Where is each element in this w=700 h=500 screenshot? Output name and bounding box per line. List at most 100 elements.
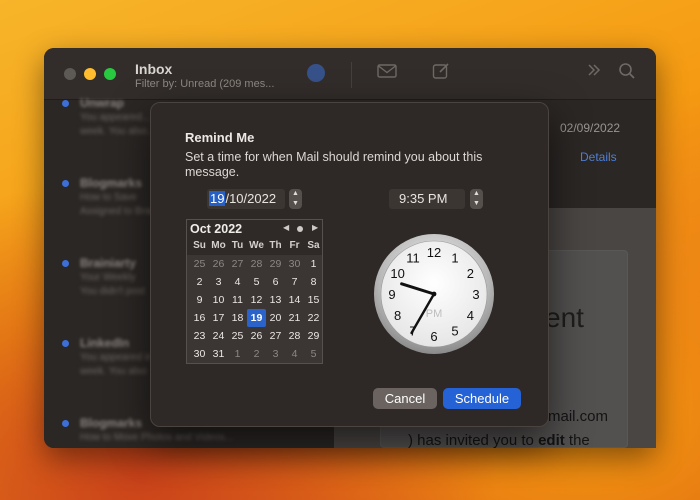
chevron-down-icon[interactable]: ▼ (470, 199, 483, 209)
dialog-message: Set a time for when Mail should remind y… (185, 150, 483, 179)
invite-text: ) has invited you to edit the (408, 432, 590, 449)
calendar-day[interactable]: 30 (285, 255, 304, 273)
list-item-preview: week. You also... (80, 126, 156, 137)
more-chevrons-icon[interactable] (586, 62, 602, 83)
calendar-day[interactable]: 27 (228, 255, 247, 273)
calendar-day[interactable]: 22 (304, 309, 323, 327)
previous-month-icon[interactable]: ◀ (283, 223, 289, 232)
calendar-day[interactable]: 18 (228, 309, 247, 327)
calendar-day[interactable]: 5 (247, 273, 266, 291)
date-day-segment[interactable]: 19 (209, 191, 226, 206)
calendar-day[interactable]: 26 (209, 255, 228, 273)
calendar-day[interactable]: 29 (266, 255, 285, 273)
calendar-day[interactable]: 2 (247, 345, 266, 363)
chevron-up-icon[interactable]: ▲ (470, 189, 483, 199)
analog-clock[interactable]: 121234567891011 PM (373, 233, 495, 355)
dialog-title: Remind Me (185, 130, 255, 145)
unread-dot (62, 420, 69, 427)
envelope-icon[interactable] (377, 63, 397, 84)
mailbox-filter-subtitle: Filter by: Unread (209 mes... (135, 78, 275, 90)
calendar-day[interactable]: 8 (304, 273, 323, 291)
message-date: 02/09/2022 (560, 121, 621, 135)
clock-number: 5 (451, 323, 458, 338)
filter-icon[interactable] (307, 64, 325, 82)
clock-period-label: PM (426, 308, 443, 320)
calendar-day[interactable]: 4 (228, 273, 247, 291)
clock-face[interactable]: 121234567891011 PM (373, 233, 495, 355)
calendar-day[interactable]: 23 (190, 327, 209, 345)
calendar-day[interactable]: 27 (266, 327, 285, 345)
calendar-grid: 25 26 27 28 29 30 1 2 3 4 5 6 7 8 9 10 11 12 13 14 15 16 17 18 1… (187, 255, 322, 363)
calendar-weekday-label: Th (269, 240, 282, 251)
mailbox-title: Inbox (135, 61, 173, 77)
calendar-day[interactable]: 25 (190, 255, 209, 273)
search-icon[interactable] (618, 62, 636, 85)
calendar-day[interactable]: 21 (285, 309, 304, 327)
calendar-day[interactable]: 12 (247, 291, 266, 309)
today-dot-icon[interactable] (297, 226, 303, 232)
list-item-preview: Assigned to Brad (80, 206, 157, 217)
calendar-day[interactable]: 16 (190, 309, 209, 327)
chevron-down-icon[interactable]: ▼ (289, 199, 302, 209)
unread-dot (62, 260, 69, 267)
calendar-day[interactable]: 10 (209, 291, 228, 309)
calendar-day[interactable]: 1 (304, 255, 323, 273)
close-window-button[interactable] (64, 68, 76, 80)
calendar-day[interactable]: 11 (228, 291, 247, 309)
calendar-day[interactable]: 28 (247, 255, 266, 273)
schedule-button[interactable]: Schedule (443, 388, 521, 409)
clock-number: 6 (430, 329, 437, 344)
date-rest-segment[interactable]: /10/2022 (225, 191, 276, 206)
calendar-day[interactable]: 1 (228, 345, 247, 363)
invite-text-post: the (564, 432, 590, 449)
chevron-up-icon[interactable]: ▲ (289, 189, 302, 199)
calendar-day[interactable]: 13 (266, 291, 285, 309)
list-item-preview: You didn't post (80, 286, 145, 297)
calendar-day[interactable]: 28 (285, 327, 304, 345)
calendar-day[interactable]: 4 (285, 345, 304, 363)
unread-dot (62, 100, 69, 107)
invite-text-bold: edit (538, 432, 565, 449)
email-heading-fragment: ent (545, 302, 584, 333)
calendar-day[interactable]: 6 (266, 273, 285, 291)
calendar-day[interactable]: 5 (304, 345, 323, 363)
calendar-day[interactable]: 24 (209, 327, 228, 345)
clock-number: 2 (467, 266, 474, 281)
list-item-sender: Brainiarty (80, 256, 137, 270)
time-field[interactable]: 9:35 PM (389, 189, 465, 209)
details-link[interactable]: Details (580, 150, 617, 164)
calendar-day[interactable]: 31 (209, 345, 228, 363)
maximize-window-button[interactable] (104, 68, 116, 80)
calendar-weekday-label: Su (193, 240, 206, 251)
date-stepper[interactable]: ▲ ▼ (289, 189, 302, 209)
calendar-day[interactable]: 30 (190, 345, 209, 363)
calendar-day[interactable]: 29 (304, 327, 323, 345)
calendar-day[interactable]: 14 (285, 291, 304, 309)
calendar: Oct 2022 ◀ ▶ Su Mo Tu We Th Fr Sa 25 26 27 28 29 30… (186, 219, 323, 364)
toolbar-separator (351, 62, 352, 88)
calendar-day[interactable]: 20 (266, 309, 285, 327)
compose-icon[interactable] (432, 62, 450, 85)
time-stepper[interactable]: ▲ ▼ (470, 189, 483, 209)
cancel-button[interactable]: Cancel (373, 388, 437, 409)
calendar-day[interactable]: 2 (190, 273, 209, 291)
calendar-day[interactable]: 9 (190, 291, 209, 309)
calendar-day[interactable]: 26 (247, 327, 266, 345)
calendar-weekday-label: Sa (307, 240, 320, 251)
calendar-day[interactable]: 19 (247, 309, 266, 327)
calendar-day[interactable]: 3 (266, 345, 285, 363)
calendar-day[interactable]: 15 (304, 291, 323, 309)
clock-number: 11 (406, 251, 420, 266)
minimize-window-button[interactable] (84, 68, 96, 80)
calendar-day[interactable]: 17 (209, 309, 228, 327)
calendar-day[interactable]: 7 (285, 273, 304, 291)
calendar-day[interactable]: 3 (209, 273, 228, 291)
list-item-preview: How to Save (80, 192, 137, 203)
unread-dot (62, 340, 69, 347)
email-address-fragment: mail.com (548, 408, 609, 425)
date-field[interactable]: 19/10/2022 (207, 189, 285, 209)
remind-me-dialog: Remind Me Set a time for when Mail shoul… (150, 102, 549, 427)
next-month-icon[interactable]: ▶ (312, 223, 318, 232)
list-item-preview: How to Move Photos and Videos... (80, 432, 234, 443)
calendar-day[interactable]: 25 (228, 327, 247, 345)
